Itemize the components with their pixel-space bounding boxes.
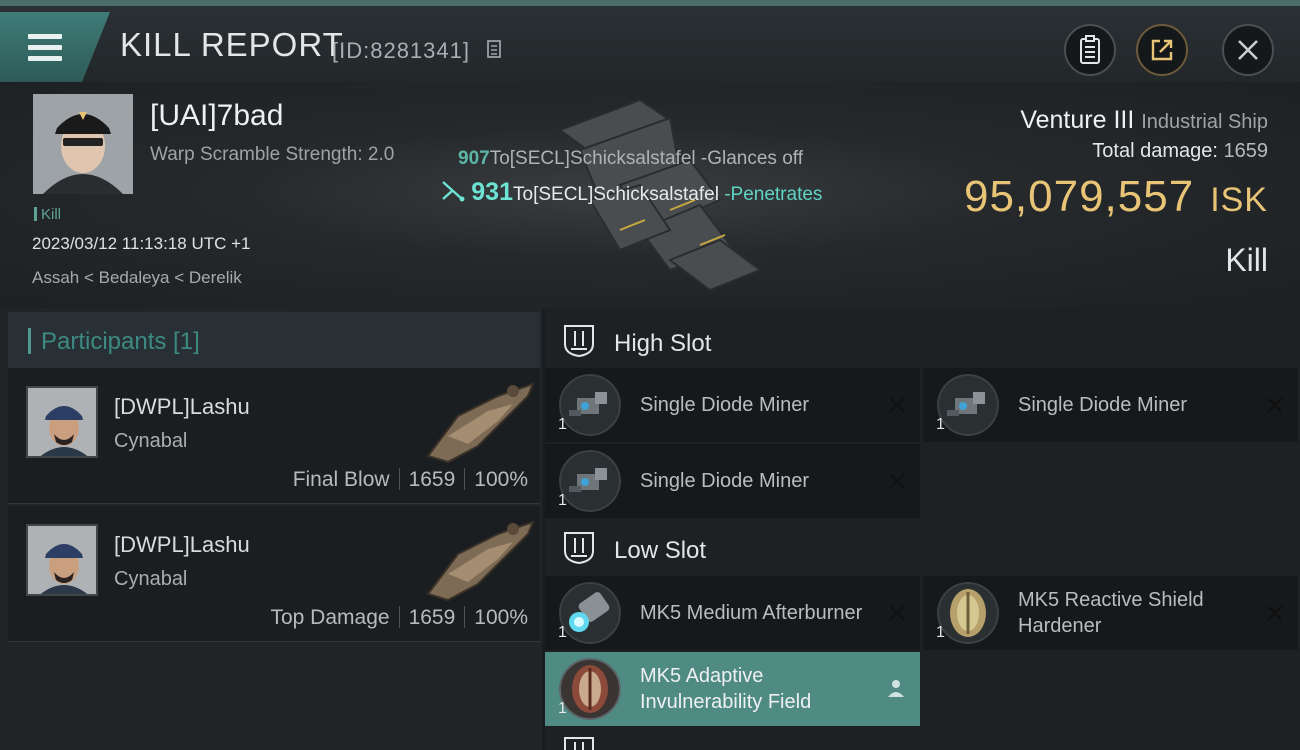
participant-ship: Cynabal: [114, 430, 188, 452]
module-name: Single Diode Miner: [640, 470, 809, 492]
low-slot-icon: [564, 532, 594, 565]
ship-class: Industrial Ship: [1141, 111, 1268, 133]
participants-panel: Participants [1] [DWPL]Lashu Cynabal Fin…: [0, 308, 542, 750]
close-icon: [1238, 40, 1258, 60]
afterburner-module-icon: [559, 582, 621, 644]
report-id: [ID:8281341]: [332, 38, 470, 63]
share-button[interactable]: [1136, 24, 1188, 76]
invulnerability-field-module-icon: [559, 658, 621, 720]
participant-name: [DWPL]Lashu: [114, 394, 250, 419]
clipboard-icon: [1080, 35, 1100, 64]
participant-row[interactable]: [DWPL]Lashu Cynabal Final Blow 1659 100%: [8, 368, 540, 504]
shield-hardener-module-icon: [937, 582, 999, 644]
menu-button[interactable]: [0, 12, 110, 82]
module-name: Single Diode Miner: [1018, 394, 1187, 416]
low-slot-header: Low Slot: [545, 519, 1300, 577]
weapon-hit-icon: [442, 181, 465, 202]
attacker-ship-icon: [426, 520, 535, 602]
kill-summary: [UAI]7bad Warp Scramble Strength: 2.0 Ki…: [0, 82, 1300, 308]
clipboard-button[interactable]: [1064, 24, 1116, 76]
participant-stats: Final Blow 1659 100%: [292, 468, 528, 491]
victim-name: [UAI]7bad: [150, 99, 284, 132]
kill-status-badge: Kill: [34, 206, 61, 223]
warp-scramble-strength: Warp Scramble Strength: 2.0: [150, 144, 395, 165]
pilot-portrait-icon: [28, 526, 96, 594]
close-icon[interactable]: [888, 396, 906, 414]
miner-module-icon: [937, 374, 999, 436]
copy-icon[interactable]: [487, 40, 503, 60]
hamburger-menu-icon: [28, 34, 62, 62]
total-damage: Total damage: 1659: [1092, 140, 1268, 162]
combat-log-entry: 907To[SECL]Schicksalstafel -Glances off: [458, 148, 803, 169]
module-slot[interactable]: 1 MK5 Medium Afterburner: [545, 576, 920, 650]
combat-log-entry: 931To[SECL]Schicksalstafel -Penetrates: [440, 178, 822, 207]
participant-ship: Cynabal: [114, 568, 188, 590]
attacker-ship-icon: [426, 382, 535, 464]
participant-avatar[interactable]: [26, 386, 98, 458]
module-slot[interactable]: 1 MK5 Adaptive Invulnerability Field: [545, 652, 920, 726]
module-name: MK5 Medium Afterburner: [640, 602, 863, 624]
pilot-portrait-icon: [33, 94, 133, 194]
module-name: MK5 Reactive Shield Hardener: [1018, 589, 1204, 637]
high-slot-title: High Slot: [614, 330, 712, 357]
high-slot-header: High Slot: [545, 312, 1300, 370]
participant-row[interactable]: [DWPL]Lashu Cynabal Top Damage 1659 100%: [8, 506, 540, 642]
share-icon: [1151, 39, 1173, 61]
high-slot-icon: [564, 325, 594, 358]
module-slot[interactable]: 1 Single Diode Miner: [923, 368, 1298, 442]
participant-avatar[interactable]: [26, 524, 98, 596]
medium-slot-icon: [564, 737, 594, 750]
close-button[interactable]: [1222, 24, 1274, 76]
victim-ship: Venture III Industrial Ship: [1020, 106, 1268, 135]
low-slot-title: Low Slot: [614, 537, 707, 564]
person-icon[interactable]: [886, 678, 906, 698]
fitting-panel: High Slot 1 Single Diode Miner 1 Single …: [545, 308, 1300, 750]
participants-title: Participants [1]: [41, 328, 200, 355]
pilot-portrait-icon: [28, 388, 96, 456]
kill-type-label: Kill: [1225, 242, 1268, 278]
close-icon[interactable]: [888, 604, 906, 622]
page-title: KILL REPORT: [120, 26, 344, 63]
module-slot[interactable]: 1 MK5 Reactive Shield Hardener: [923, 576, 1298, 650]
kill-location: Assah < Bedaleya < Derelik: [32, 268, 242, 287]
close-icon[interactable]: [1266, 604, 1284, 622]
module-slot[interactable]: 1 Single Diode Miner: [545, 368, 920, 442]
close-icon[interactable]: [888, 472, 906, 490]
participants-header[interactable]: Participants [1]: [8, 312, 540, 370]
kill-timestamp: 2023/03/12 11:13:18 UTC +1: [32, 234, 251, 253]
ship-name: Venture III: [1020, 106, 1135, 134]
victim-portrait[interactable]: [33, 94, 133, 194]
miner-module-icon: [559, 374, 621, 436]
participant-name: [DWPL]Lashu: [114, 532, 250, 557]
isk-value: 95,079,557 ISK: [963, 172, 1268, 221]
top-bar: KILL REPORT [ID:8281341]: [0, 0, 1300, 82]
miner-module-icon: [559, 450, 621, 512]
module-name: Single Diode Miner: [640, 394, 809, 416]
module-name: MK5 Adaptive Invulnerability Field: [640, 665, 812, 713]
module-slot[interactable]: 1 Single Diode Miner: [545, 444, 920, 518]
close-icon[interactable]: [1266, 396, 1284, 414]
participant-stats: Top Damage 1659 100%: [270, 606, 528, 629]
